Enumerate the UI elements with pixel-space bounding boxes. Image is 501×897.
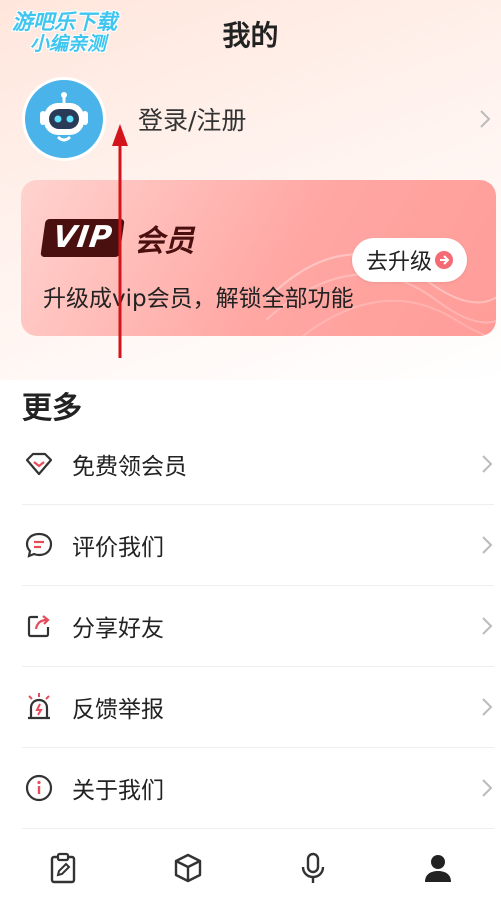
chevron-right-icon	[482, 698, 493, 716]
tab-notes[interactable]	[0, 845, 125, 897]
chat-bubble-icon	[22, 528, 56, 562]
cube-icon	[174, 853, 202, 883]
microphone-icon	[301, 852, 325, 883]
chevron-right-icon	[482, 536, 493, 554]
vip-description: 升级成vip会员，解锁全部功能	[43, 286, 354, 312]
menu-item-share[interactable]: 分享好友	[22, 586, 494, 667]
arrow-right-icon	[435, 251, 453, 269]
vip-badge-cn: 会员	[134, 224, 195, 259]
chevron-right-icon	[482, 455, 493, 473]
menu-item-feedback[interactable]: 反馈举报	[22, 667, 494, 748]
diamond-icon	[22, 447, 56, 481]
menu-item-about[interactable]: 关于我们	[22, 748, 494, 829]
watermark: 游吧乐下载 小编亲测	[12, 10, 152, 56]
robot-avatar-icon[interactable]	[22, 77, 106, 161]
upgrade-button[interactable]: 去升级	[352, 238, 467, 282]
watermark-line2: 小编亲测	[30, 33, 107, 56]
tab-mine[interactable]	[376, 845, 501, 897]
info-icon	[22, 771, 56, 805]
menu-item-label: 分享好友	[72, 616, 164, 642]
tab-cube[interactable]	[125, 845, 250, 897]
menu-item-free-vip[interactable]: 免费领会员	[22, 424, 494, 505]
menu-item-label: 评价我们	[72, 535, 164, 561]
chevron-right-icon	[482, 779, 493, 797]
more-menu: 免费领会员 评价我们 分享好友 反馈举报 关于我们	[22, 424, 494, 829]
person-icon	[425, 855, 452, 882]
watermark-line1: 游吧乐下载	[12, 10, 117, 34]
more-section-title: 更多	[22, 391, 82, 426]
upgrade-button-label: 去升级	[365, 250, 432, 275]
login-row[interactable]: 登录/注册	[22, 76, 492, 162]
tab-voice[interactable]	[251, 845, 376, 897]
bottom-tab-bar	[0, 845, 501, 897]
clipboard-edit-icon	[50, 852, 75, 884]
chevron-right-icon	[480, 110, 491, 128]
login-register-label[interactable]: 登录/注册	[138, 101, 478, 137]
share-icon	[22, 609, 56, 643]
annotation-arrow	[112, 124, 128, 358]
menu-item-rate-us[interactable]: 评价我们	[22, 505, 494, 586]
menu-item-label: 免费领会员	[72, 454, 187, 480]
menu-item-label: 反馈举报	[72, 697, 164, 723]
chevron-right-icon	[482, 617, 493, 635]
alarm-icon	[22, 690, 56, 724]
menu-item-label: 关于我们	[72, 778, 164, 804]
